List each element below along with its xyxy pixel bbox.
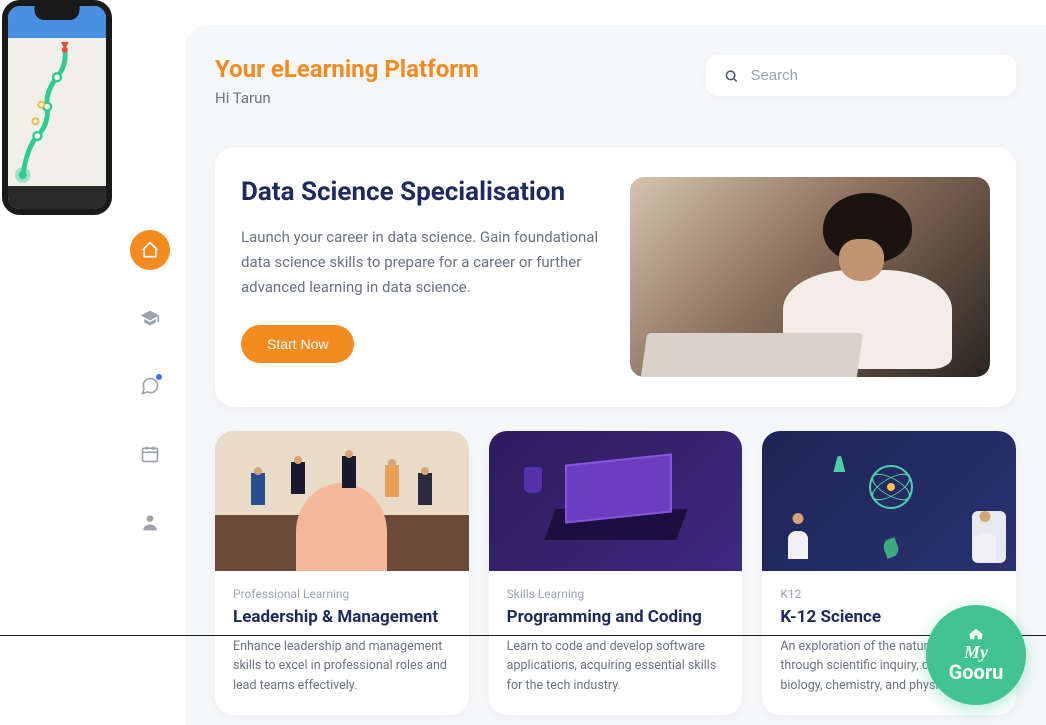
hero-card: Data Science Specialisation Launch your … (215, 147, 1016, 407)
phone-footer (8, 186, 106, 210)
card-image (489, 431, 743, 571)
course-card-programming[interactable]: Skills Learning Programming and Coding L… (489, 431, 743, 715)
search-box[interactable] (706, 55, 1016, 96)
card-description: Enhance leadership and management skills… (233, 637, 451, 695)
greeting-text: Hi Tarun (215, 89, 479, 107)
nav-calendar[interactable] (130, 434, 170, 474)
search-icon (724, 68, 738, 84)
phone-mockup (2, 0, 112, 215)
card-category: Professional Learning (233, 587, 451, 601)
start-now-button[interactable]: Start Now (241, 325, 354, 363)
search-input[interactable] (750, 67, 998, 84)
user-icon (140, 512, 160, 532)
card-title: Programming and Coding (507, 607, 725, 627)
card-image (762, 431, 1016, 571)
graduation-cap-icon (140, 308, 160, 328)
course-cards-row: Professional Learning Leadership & Manag… (215, 431, 1016, 715)
card-image (215, 431, 469, 571)
hero-description: Launch your career in data science. Gain… (241, 225, 600, 299)
hero-image (630, 177, 990, 377)
card-description: Learn to code and develop software appli… (507, 637, 725, 695)
page-title: Your eLearning Platform (215, 55, 479, 83)
baseline-divider (0, 635, 1046, 636)
nav-profile[interactable] (130, 502, 170, 542)
mygooru-badge[interactable]: My Gooru (926, 605, 1026, 705)
hero-title: Data Science Specialisation (241, 177, 600, 207)
badge-line2: Gooru (949, 661, 1004, 683)
nav-home[interactable] (130, 230, 170, 270)
card-title: Leadership & Management (233, 607, 451, 627)
card-category: Skills Learning (507, 587, 725, 601)
calendar-icon (140, 444, 160, 464)
phone-map (8, 38, 106, 186)
card-category: K12 (780, 587, 998, 601)
phone-notch (35, 6, 80, 20)
main-panel: Your eLearning Platform Hi Tarun Data Sc… (185, 25, 1046, 725)
nav-education[interactable] (130, 298, 170, 338)
badge-line1: My (964, 643, 988, 661)
notification-dot (156, 374, 162, 380)
nav-chat[interactable] (130, 366, 170, 406)
course-card-leadership[interactable]: Professional Learning Leadership & Manag… (215, 431, 469, 715)
sidebar-nav (115, 230, 185, 542)
house-icon (967, 627, 985, 641)
home-icon (140, 240, 160, 260)
